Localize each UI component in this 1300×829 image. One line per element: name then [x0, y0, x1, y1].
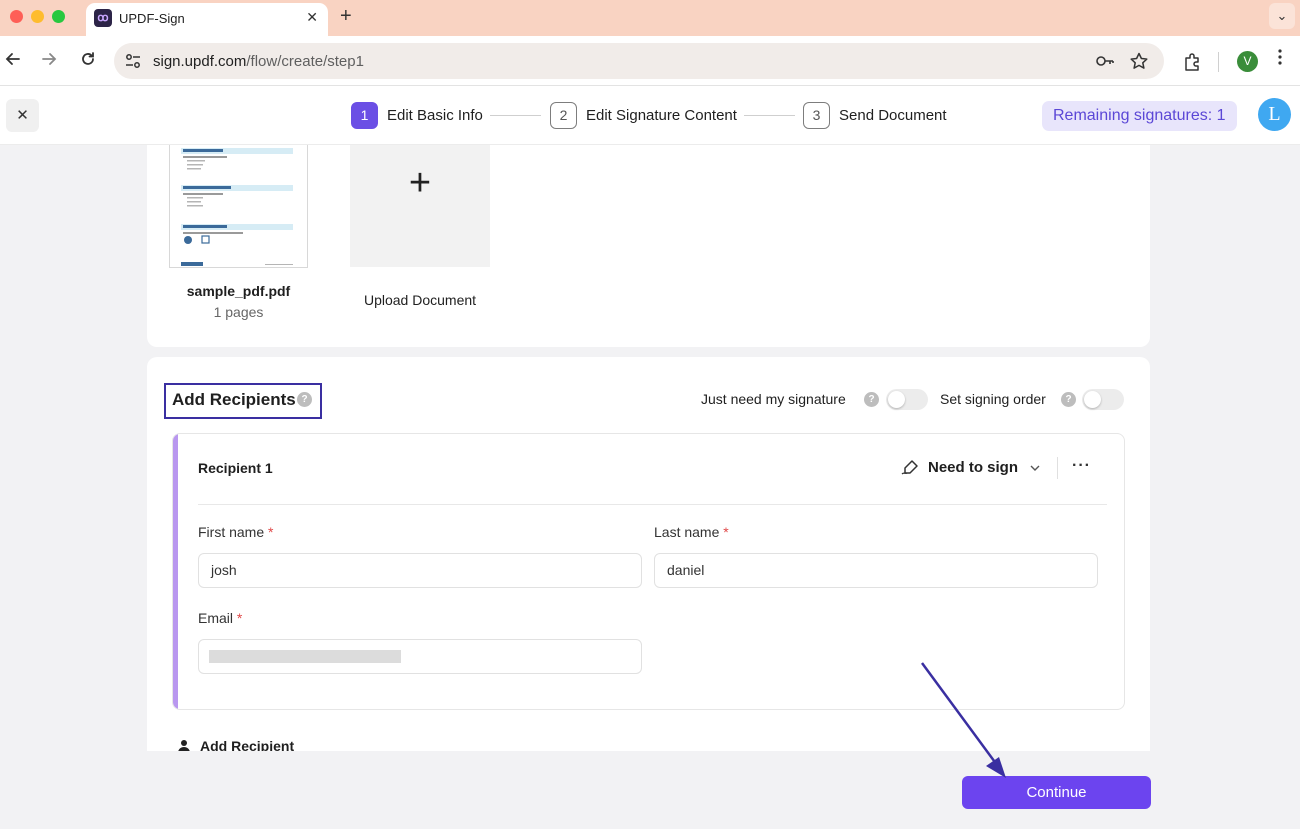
bookmark-star-icon[interactable]: [1129, 52, 1149, 70]
email-label: Email *: [198, 610, 243, 626]
updf-favicon-icon: ꝏ: [94, 9, 112, 27]
toolbar-divider: [1057, 457, 1058, 479]
first-name-field[interactable]: josh: [198, 553, 642, 588]
help-icon[interactable]: ?: [297, 392, 312, 407]
toolbar-divider: [1218, 52, 1219, 72]
app-header: ✕ 1 Edit Basic Info 2 Edit Signature Con…: [0, 86, 1300, 145]
password-key-icon[interactable]: [1095, 52, 1115, 70]
last-name-field[interactable]: daniel: [654, 553, 1098, 588]
recipient-accent-bar: [173, 434, 178, 709]
browser-tab[interactable]: ꝏ UPDF-Sign ✕: [86, 3, 328, 36]
window-close-button[interactable]: [10, 10, 23, 23]
tab-title: UPDF-Sign: [119, 11, 185, 26]
continue-button[interactable]: Continue: [962, 776, 1151, 809]
document-page-count: 1 pages: [213, 304, 264, 320]
set-signing-order-label: Set signing order: [940, 391, 1046, 407]
set-signing-order-toggle[interactable]: [1082, 389, 1124, 410]
kebab-menu-icon[interactable]: [1278, 49, 1282, 68]
redacted-email: [209, 650, 401, 663]
more-options-icon[interactable]: ···: [1072, 457, 1091, 475]
step-connector: [490, 115, 541, 116]
reload-icon[interactable]: [77, 50, 99, 73]
upload-document-button[interactable]: +: [350, 145, 490, 267]
extensions-icon[interactable]: [1182, 52, 1202, 72]
remaining-signatures-badge: Remaining signatures: 1: [1042, 101, 1237, 131]
tab-close-button[interactable]: ✕: [306, 9, 318, 26]
just-need-my-signature-toggle[interactable]: [886, 389, 928, 410]
document-file-name: sample_pdf.pdf: [186, 283, 291, 299]
step-number: 1: [351, 102, 378, 129]
help-icon[interactable]: ?: [864, 392, 879, 407]
email-field[interactable]: [198, 639, 642, 674]
step-number: 2: [550, 102, 577, 129]
toggle-knob: [888, 391, 905, 408]
toggle-knob: [1084, 391, 1101, 408]
pdf-preview-icon: [181, 148, 293, 266]
url-text: sign.updf.com/flow/create/step1: [153, 53, 364, 70]
first-name-label: First name *: [198, 524, 274, 540]
chevron-down-icon: [1030, 462, 1040, 474]
step-send-document[interactable]: 3 Send Document: [803, 102, 947, 129]
step-label: Edit Basic Info: [387, 107, 483, 124]
plus-icon: +: [408, 162, 432, 204]
browser-tab-bar: ꝏ UPDF-Sign ✕ + ⌄: [0, 0, 1300, 36]
recipient-name: Recipient 1: [198, 460, 273, 476]
sign-pen-icon: [901, 460, 918, 475]
recipient-divider: [198, 504, 1107, 505]
last-name-label: Last name *: [654, 524, 729, 540]
window-minimize-button[interactable]: [31, 10, 44, 23]
profile-avatar[interactable]: V: [1237, 51, 1258, 72]
step-edit-basic-info[interactable]: 1 Edit Basic Info: [351, 102, 483, 129]
new-tab-button[interactable]: +: [340, 5, 352, 28]
document-thumbnail[interactable]: [169, 145, 308, 268]
site-settings-icon[interactable]: [124, 52, 142, 70]
address-bar[interactable]: sign.updf.com/flow/create/step1: [114, 43, 1164, 79]
browser-toolbar: sign.updf.com/flow/create/step1 V: [0, 36, 1300, 86]
step-label: Send Document: [839, 107, 947, 124]
back-icon[interactable]: [2, 50, 24, 73]
window-maximize-button[interactable]: [52, 10, 65, 23]
close-flow-button[interactable]: ✕: [6, 99, 39, 132]
tab-search-button[interactable]: ⌄: [1269, 3, 1295, 29]
upload-document-label[interactable]: Upload Document: [340, 292, 500, 308]
role-label: Need to sign: [928, 459, 1019, 476]
forward-icon[interactable]: [38, 50, 60, 73]
step-number: 3: [803, 102, 830, 129]
role-dropdown[interactable]: Need to sign: [901, 459, 1040, 476]
recipients-section-title: Add Recipients: [172, 390, 296, 409]
step-edit-signature-content[interactable]: 2 Edit Signature Content: [550, 102, 737, 129]
help-icon[interactable]: ?: [1061, 392, 1076, 407]
step-label: Edit Signature Content: [586, 107, 737, 124]
step-connector: [744, 115, 795, 116]
user-avatar[interactable]: L: [1258, 98, 1291, 131]
just-need-my-signature-label: Just need my signature: [701, 391, 846, 407]
